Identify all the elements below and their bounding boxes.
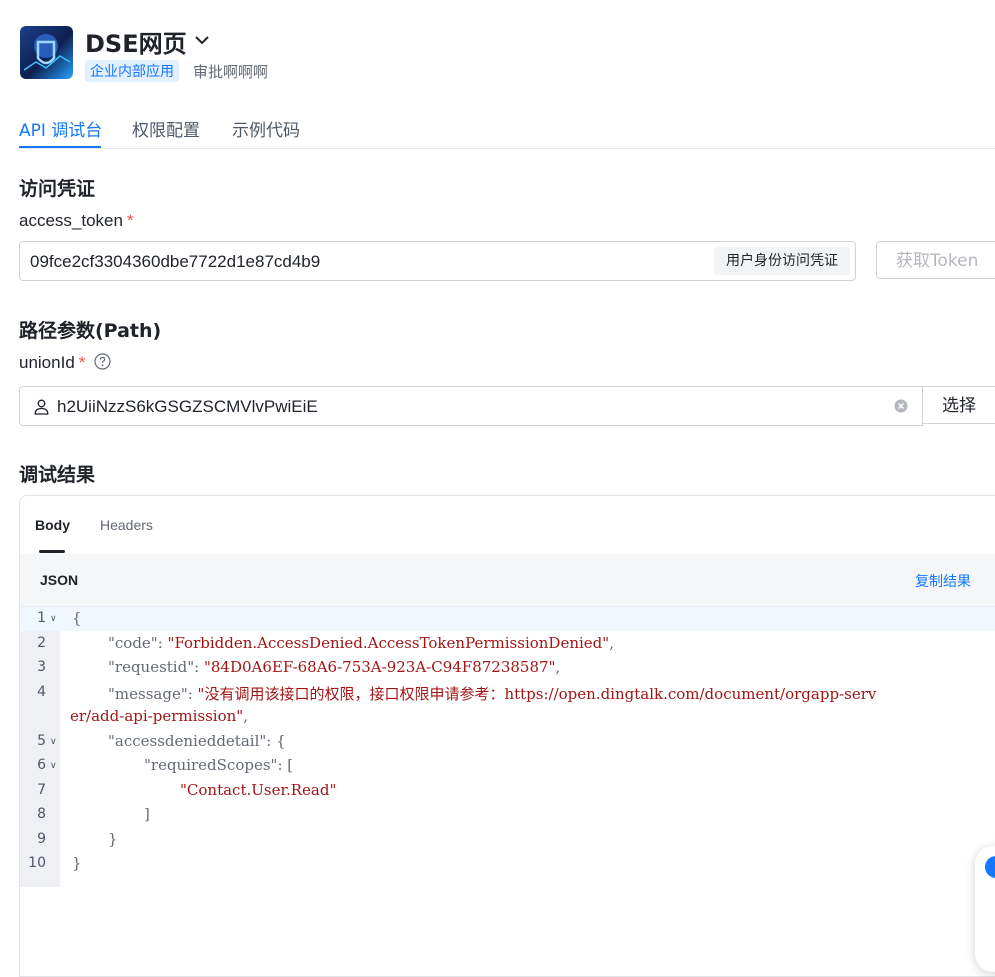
tab-headers[interactable]: Headers (100, 517, 153, 533)
required-mark: * (126, 211, 134, 230)
code-line: 4 "message": "没有调用该接口的权限，接口权限申请参考：https:/… (20, 681, 995, 705)
active-tab-indicator (19, 146, 101, 148)
code-text: { (72, 609, 82, 627)
unionid-value[interactable]: h2UiiNzzS6kGSGZSCMVlvPwiEiE (57, 397, 318, 417)
token-type-tag: 用户身份访问凭证 (714, 247, 850, 275)
line-number: 10 (28, 855, 46, 871)
access-token-input[interactable]: 09fce2cf3304360dbe7722d1e87cd4b9 用户身份访问凭… (19, 241, 856, 281)
code-text: ] (144, 805, 150, 823)
clear-icon[interactable] (894, 399, 908, 413)
credentials-section-title: 访问凭证 (19, 178, 96, 200)
line-number: 8 (37, 806, 46, 822)
select-user-button[interactable]: 选择 (922, 386, 995, 424)
tab-permissions[interactable]: 权限配置 (132, 116, 200, 141)
code-text: } (72, 854, 82, 872)
required-mark: * (78, 353, 86, 372)
line-number: 5 (37, 732, 46, 749)
line-number: 6 (37, 757, 46, 773)
access-token-label: access_token * (19, 211, 134, 231)
code-text: "accessdenieddetail": { (108, 731, 286, 750)
json-toolbar: JSON 复制结果 (20, 554, 995, 607)
fold-arrow-icon[interactable]: ∨ (50, 761, 57, 771)
user-icon (34, 399, 49, 415)
line-number: 9 (37, 830, 46, 847)
code-line: 7 "Contact.User.Read" (20, 779, 995, 803)
line-number: 1 (37, 610, 46, 626)
code-line: 9} (20, 828, 995, 852)
fold-arrow-icon[interactable]: ∨ (50, 737, 57, 747)
code-text: er/add-api-permission", (70, 707, 248, 725)
floating-help-widget[interactable] (975, 846, 995, 972)
json-code-view[interactable]: 1 ∨ {2 "code": "Forbidden.AccessDenied.Acce… (20, 607, 995, 976)
code-text: "code": "Forbidden.AccessDenied.AccessTo… (108, 633, 614, 652)
code-line: 5 ∨ "accessdenieddetail": { (20, 730, 995, 754)
line-number: 4 (37, 683, 46, 700)
app-title[interactable]: DSE网页 (85, 24, 187, 59)
code-line: 10} (20, 852, 995, 876)
unionid-input[interactable]: h2UiiNzzS6kGSGZSCMVlvPwiEiE (19, 386, 923, 426)
code-line: 8] (20, 803, 995, 827)
code-line: 2 "code": "Forbidden.AccessDenied.AccessT… (20, 632, 995, 656)
tab-api-console[interactable]: API 调试台 (19, 116, 102, 141)
copy-result-button[interactable]: 复制结果 (915, 571, 971, 591)
result-section-title: 调试结果 (19, 464, 96, 486)
line-number: 2 (37, 634, 46, 651)
code-line: 3 "requestid": "84D0A6EF-68A6-753A-923A-C… (20, 656, 995, 680)
code-line: 6 ∨ "requiredScopes": [ (20, 754, 995, 778)
code-text: } (108, 829, 118, 848)
code-line: er/add-api-permission", (20, 705, 995, 729)
unionid-label: unionId * (19, 353, 111, 373)
code-text: "message": "没有调用该接口的权限，接口权限申请参考：https://… (108, 684, 877, 703)
format-label: JSON (40, 572, 79, 588)
app-logo (20, 26, 73, 79)
main-tabs: API 调试台 权限配置 示例代码 (19, 116, 995, 149)
code-line: 1 ∨ { (20, 607, 995, 631)
code-text: "requiredScopes": [ (144, 756, 294, 774)
result-tab-indicator (39, 550, 65, 553)
tab-sample-code[interactable]: 示例代码 (232, 116, 300, 141)
code-text: "Contact.User.Read" (180, 780, 337, 799)
chevron-down-icon[interactable] (192, 30, 212, 50)
line-number: 3 (37, 659, 46, 675)
access-token-label-text: access_token (19, 211, 123, 230)
unionid-label-text: unionId (19, 353, 75, 372)
code-text: "requestid": "84D0A6EF-68A6-753A-923A-C9… (108, 658, 561, 676)
app-type-badge: 企业内部应用 (85, 60, 179, 82)
help-icon[interactable] (94, 353, 111, 370)
get-token-button[interactable]: 获取Token (876, 241, 995, 279)
result-panel: Body Headers JSON 复制结果 1 ∨ {2 "code": "Forb… (19, 495, 995, 977)
tab-body[interactable]: Body (35, 517, 70, 533)
app-subtitle: 审批啊啊啊 (193, 63, 269, 81)
assistant-icon[interactable] (985, 856, 995, 878)
fold-arrow-icon[interactable]: ∨ (50, 614, 57, 624)
line-number: 7 (37, 781, 46, 798)
access-token-value[interactable]: 09fce2cf3304360dbe7722d1e87cd4b9 (30, 252, 320, 272)
path-params-section-title: 路径参数(Path) (19, 320, 162, 342)
